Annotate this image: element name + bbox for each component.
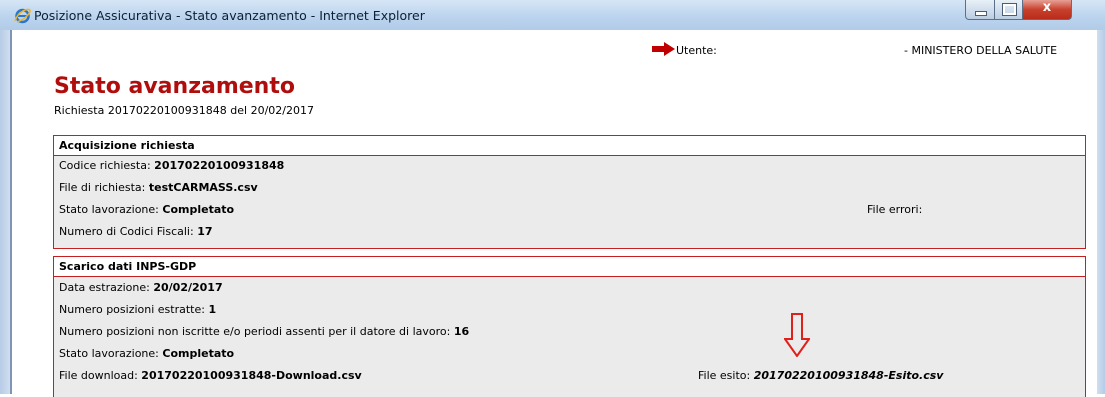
request-subtitle: Richiesta 20170220100931848 del 20/02/20…: [54, 104, 314, 117]
file-richiesta-value[interactable]: testCARMASS.csv: [149, 181, 258, 194]
posizioni-non-iscritte-value: 16: [453, 325, 470, 338]
page-content: Utente: - MINISTERO DELLA SALUTE Stato a…: [12, 30, 1097, 397]
window-titlebar[interactable]: Posizione Assicurativa - Stato avanzamen…: [0, 0, 1105, 31]
stato-lavorazione-label: Stato lavorazione:: [59, 347, 163, 360]
page-title: Stato avanzamento: [54, 74, 295, 99]
internet-explorer-icon: [14, 8, 31, 24]
stato-lavorazione-row: Stato lavorazione: Completato: [59, 347, 234, 360]
window-left-border: [0, 30, 10, 394]
posizioni-non-iscritte-row: Numero posizioni non iscritte e/o period…: [59, 325, 469, 338]
numero-cf-label: Numero di Codici Fiscali:: [59, 225, 198, 238]
numero-cf-value: 17: [197, 225, 213, 238]
stato-lavorazione-value: Completato: [162, 347, 235, 360]
user-label: Utente:: [676, 44, 717, 57]
window-right-border: [1097, 30, 1105, 394]
data-estrazione-row: Data estrazione: 20/02/2017: [59, 281, 223, 294]
numero-cf-row: Numero di Codici Fiscali: 17: [59, 225, 213, 238]
codice-label: Codice richiesta:: [59, 159, 155, 172]
right-arrow-icon: [652, 42, 675, 56]
maximize-button[interactable]: [994, 0, 1023, 20]
file-download-label: File download:: [59, 369, 142, 382]
file-download-row: File download: 20170220100931848-Downloa…: [59, 369, 362, 382]
scarico-body: Data estrazione: 20/02/2017 Numero posiz…: [54, 277, 1085, 397]
file-esito-label: File esito:: [698, 369, 754, 382]
close-button[interactable]: [1022, 0, 1072, 20]
acquisizione-heading: Acquisizione richiesta: [54, 136, 1085, 156]
file-richiesta-row: File di richiesta: testCARMASS.csv: [59, 181, 258, 194]
data-estrazione-value: 20/02/2017: [153, 281, 223, 294]
posizioni-non-iscritte-label: Numero posizioni non iscritte e/o period…: [59, 325, 454, 338]
minimize-button[interactable]: [965, 0, 995, 20]
data-estrazione-label: Data estrazione:: [59, 281, 154, 294]
file-errori-label: File errori:: [867, 203, 923, 216]
scarico-heading: Scarico dati INPS-GDP: [54, 257, 1085, 277]
stato-row: Stato lavorazione: Completato: [59, 203, 234, 216]
codice-row: Codice richiesta: 20170220100931848: [59, 159, 284, 172]
stato-value: Completato: [162, 203, 235, 216]
file-esito-row: File esito: 20170220100931848-Esito.csv: [698, 369, 943, 382]
posizioni-estratte-value: 1: [208, 303, 217, 316]
file-download-link[interactable]: 20170220100931848-Download.csv: [141, 369, 361, 382]
window-title: Posizione Assicurativa - Stato avanzamen…: [34, 8, 425, 23]
organization-name: - MINISTERO DELLA SALUTE: [904, 44, 1058, 57]
acquisizione-panel: Acquisizione richiesta Codice richiesta:…: [53, 135, 1086, 249]
file-richiesta-label: File di richiesta:: [59, 181, 149, 194]
file-esito-link[interactable]: 20170220100931848-Esito.csv: [754, 369, 944, 382]
codice-value: 20170220100931848: [154, 159, 285, 172]
posizioni-estratte-row: Numero posizioni estratte: 1: [59, 303, 216, 316]
stato-label: Stato lavorazione:: [59, 203, 163, 216]
acquisizione-body: Codice richiesta: 20170220100931848 File…: [54, 156, 1085, 248]
down-arrow-annotation-icon: [784, 313, 810, 357]
scarico-panel: Scarico dati INPS-GDP Data estrazione: 2…: [53, 256, 1086, 397]
posizioni-estratte-label: Numero posizioni estratte:: [59, 303, 209, 316]
